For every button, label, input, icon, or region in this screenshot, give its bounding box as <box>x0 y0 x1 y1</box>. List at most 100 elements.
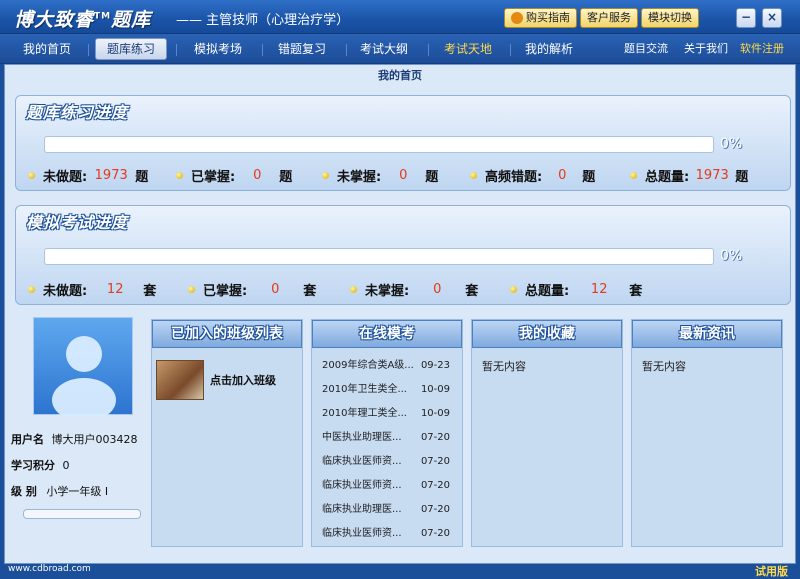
exam-name: 临床执业助理医... <box>322 504 402 515</box>
list-item[interactable]: 临床执业助理医... 07-20 <box>312 498 462 522</box>
list-item[interactable]: 中医执业助理医... 07-20 <box>312 426 462 450</box>
exam-name: 2009年综合类A级... <box>322 360 414 371</box>
close-button[interactable]: × <box>762 8 782 28</box>
news-empty-text: 暂无内容 <box>642 360 686 373</box>
nav-separator <box>176 44 177 56</box>
user-points-row: 学习积分 0 <box>11 457 70 473</box>
list-item[interactable]: 2010年卫生类全... 10-09 <box>312 378 462 402</box>
stat-value: 12 <box>590 282 608 297</box>
stat-unit: 题 <box>425 170 439 185</box>
nav-mistake-review[interactable]: 错题复习 <box>266 38 338 60</box>
online-exam-panel-title: 在线模考 <box>312 320 462 348</box>
purchase-guide-button[interactable]: 购买指南 <box>504 8 577 28</box>
nav-separator <box>510 44 511 56</box>
practice-stat-mastered: 已掌握: 0 题 <box>176 166 322 185</box>
favorites-empty-text: 暂无内容 <box>482 360 526 373</box>
trademark: TM <box>94 11 112 22</box>
bullet-icon <box>188 286 195 293</box>
stat-label: 未做题: <box>43 170 88 185</box>
user-points-value: 0 <box>62 459 70 472</box>
bullet-icon <box>510 286 517 293</box>
bullet-icon <box>470 172 477 179</box>
user-level-row: 级 别 小学一年级 I <box>11 483 108 499</box>
stat-value: 0 <box>558 168 567 183</box>
user-level-label: 级 别 <box>11 485 37 498</box>
join-class-link[interactable]: 点击加入班级 <box>152 352 302 408</box>
news-panel: 最新资讯 暂无内容 <box>631 319 783 547</box>
exam-progress-title: 模拟考试进度 <box>26 213 129 232</box>
join-class-label: 点击加入班级 <box>210 374 276 387</box>
stat-value: 1973 <box>695 168 729 183</box>
stat-value: 1973 <box>94 168 128 183</box>
website-link[interactable]: www.cdbroad.com <box>8 564 91 574</box>
practice-stat-frequent-errors: 高频错题: 0 题 <box>470 166 630 185</box>
stat-label: 未掌握: <box>337 170 382 185</box>
practice-stat-unmastered: 未掌握: 0 题 <box>322 166 470 185</box>
stat-label: 总题量: <box>525 284 570 299</box>
stat-value: 0 <box>253 168 262 183</box>
stat-value: 0 <box>399 168 408 183</box>
user-name-row: 用户名 博大用户003428 <box>11 431 138 447</box>
list-item[interactable]: 临床执业医师资... 07-20 <box>312 450 462 474</box>
list-item[interactable]: 临床执业医师资... 07-20 <box>312 474 462 498</box>
nav-exam-world[interactable]: 考试天地 <box>432 38 504 60</box>
exam-date: 07-20 <box>420 504 450 515</box>
favorites-panel-title: 我的收藏 <box>472 320 622 348</box>
exam-date: 07-20 <box>420 480 450 491</box>
stat-label: 未做题: <box>43 284 88 299</box>
cart-icon <box>511 12 523 24</box>
stat-label: 高频错题: <box>485 170 543 185</box>
exam-progress-percent: 0% <box>720 248 743 264</box>
stat-label: 未掌握: <box>365 284 410 299</box>
nav-question-practice[interactable]: 题库练习 <box>95 38 167 60</box>
title-bar: 博大致睿TM题库 —— 主管技师（心理治疗学） 购买指南 客户服务 模块切换 −… <box>0 0 800 34</box>
customer-service-button[interactable]: 客户服务 <box>580 8 638 28</box>
status-bar: www.cdbroad.com 试用版 <box>0 564 800 578</box>
nav-my-analysis[interactable]: 我的解析 <box>514 38 584 60</box>
nav-home[interactable]: 我的首页 <box>12 38 82 60</box>
exam-date: 10-09 <box>420 384 450 395</box>
user-scrollbar[interactable] <box>23 509 141 519</box>
module-switch-button[interactable]: 模块切换 <box>641 8 699 28</box>
exam-progress-panel: 模拟考试进度 0% 未做题: 12 套 已掌握: 0 套 未掌握: 0 套 总题… <box>15 205 791 305</box>
user-level-value: 小学一年级 I <box>46 485 109 498</box>
exam-date: 07-20 <box>420 528 450 539</box>
bullet-icon <box>176 172 183 179</box>
nav-separator <box>88 44 89 56</box>
exam-date: 07-20 <box>420 432 450 443</box>
exam-progress-bar <box>44 248 714 265</box>
exam-date: 10-09 <box>420 408 450 419</box>
bullet-icon <box>630 172 637 179</box>
exam-name: 中医执业助理医... <box>322 432 402 443</box>
nav-mock-exam-room[interactable]: 模拟考场 <box>182 38 254 60</box>
list-item[interactable]: 2009年综合类A级... 09-23 <box>312 354 462 378</box>
minimize-button[interactable]: − <box>736 8 756 28</box>
exam-stat-mastered: 已掌握: 0 套 <box>188 280 350 299</box>
stat-unit: 套 <box>143 284 157 299</box>
practice-progress-panel: 题库练习进度 0% 未做题: 1973 题 已掌握: 0 题 未掌握: 0 题 <box>15 95 791 191</box>
stat-unit: 题 <box>735 170 749 185</box>
practice-stats: 未做题: 1973 题 已掌握: 0 题 未掌握: 0 题 高频错题: 0 题 <box>28 166 748 185</box>
nav-exam-outline[interactable]: 考试大纲 <box>348 38 420 60</box>
top-button-group: 购买指南 客户服务 模块切换 <box>504 8 699 28</box>
list-item[interactable]: 临床执业医师资... 07-20 <box>312 522 462 546</box>
online-exam-panel: 在线模考 2009年综合类A级... 09-23 2010年卫生类全... 10-0… <box>311 319 463 547</box>
bullet-icon <box>28 172 35 179</box>
user-points-label: 学习积分 <box>11 459 55 472</box>
news-panel-body: 暂无内容 <box>632 352 782 380</box>
exam-name: 临床执业医师资... <box>322 528 402 539</box>
nav-about-us[interactable]: 关于我们 <box>680 38 732 60</box>
stat-value: 0 <box>271 282 280 297</box>
user-avatar-icon <box>52 336 116 422</box>
favorites-panel: 我的收藏 暂无内容 <box>471 319 623 547</box>
exam-name: 2010年理工类全... <box>322 408 407 419</box>
nav-question-exchange[interactable]: 题目交流 <box>618 38 674 60</box>
list-item[interactable]: 2010年理工类全... 10-09 <box>312 402 462 426</box>
main-content: 我的首页 题库练习进度 0% 未做题: 1973 题 已掌握: 0 题 未掌握:… <box>4 64 796 564</box>
nav-separator <box>346 44 347 56</box>
exam-stats: 未做题: 12 套 已掌握: 0 套 未掌握: 0 套 总题量: 12 套 <box>28 280 642 299</box>
nav-software-register[interactable]: 软件注册 <box>736 38 788 60</box>
online-exam-list: 2009年综合类A级... 09-23 2010年卫生类全... 10-09 201… <box>312 354 462 546</box>
purchase-guide-label: 购买指南 <box>526 11 570 24</box>
nav-separator <box>262 44 263 56</box>
